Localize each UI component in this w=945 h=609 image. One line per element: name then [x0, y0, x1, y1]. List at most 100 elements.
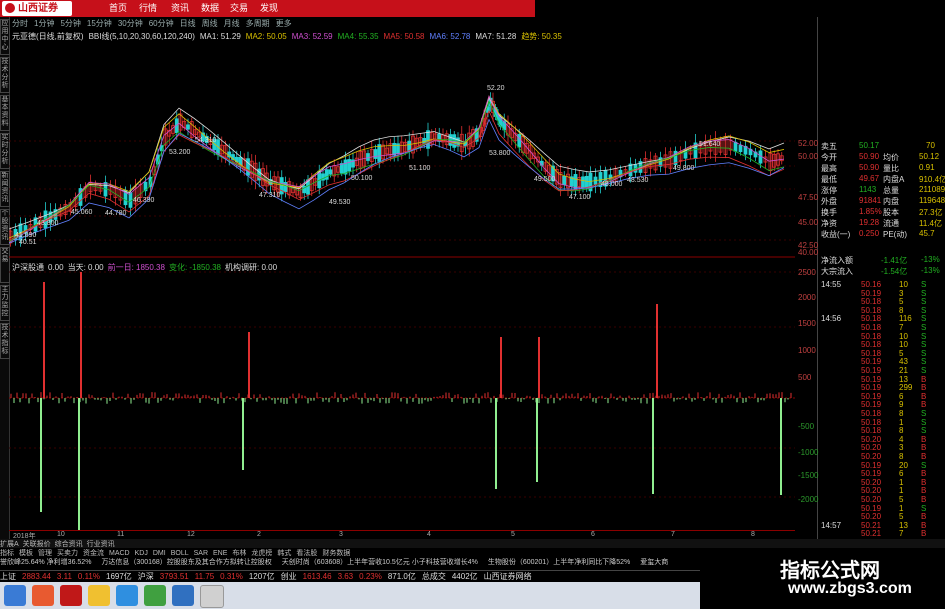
period-9[interactable]: 多周期: [246, 19, 270, 28]
indicator-tab[interactable]: 财务数据: [322, 550, 350, 557]
period-10[interactable]: 更多: [276, 19, 292, 28]
time-tick: 6: [591, 531, 595, 538]
quote-volume: 70: [926, 141, 935, 150]
quote-value2: 50.12: [919, 152, 940, 161]
quote-label: 卖五: [821, 142, 837, 151]
indicator-tick-pos: 500: [798, 373, 812, 382]
folder-icon[interactable]: [88, 585, 110, 606]
price-annotation: 47.310: [259, 192, 281, 199]
period-3[interactable]: 15分钟: [87, 19, 112, 28]
candle-body: [758, 150, 763, 164]
indicator-tab[interactable]: 管理: [38, 550, 52, 557]
indicator-tab[interactable]: DMI: [153, 550, 166, 557]
indicator-tab[interactable]: 看法股: [296, 550, 317, 557]
ma-legend-item: MA1: 51.29: [199, 32, 241, 41]
menu-data[interactable]: 数据: [201, 0, 219, 17]
bottom-tab[interactable]: 扩展A: [0, 541, 19, 548]
quote-value2: 211089: [919, 185, 945, 194]
quote-label2: 量比: [883, 164, 899, 173]
watermark-title: 指标公式网: [780, 560, 880, 582]
period-0[interactable]: 分时: [12, 19, 28, 28]
kline-chart[interactable]: 41.89043.800 45.060 44.780 46.390 53.200 54.3…: [9, 42, 795, 530]
app-icon-4[interactable]: [172, 585, 194, 606]
quote-panel: 卖五 50.17 70 今开 50.90 均价 50.12 最高 50.90 量比 0.91 最低 49…: [817, 17, 945, 547]
period-7[interactable]: 周线: [202, 19, 218, 28]
flow-pct: -13%: [921, 255, 940, 264]
indicator-tab[interactable]: 布林: [232, 550, 246, 557]
candle-body: [324, 169, 329, 180]
ma-legend-item: MA4: 55.35: [337, 32, 379, 41]
candle-body: [377, 144, 382, 162]
indicator-tab[interactable]: 龙虎榜: [251, 550, 272, 557]
flow-pct: -13%: [921, 266, 940, 275]
time-tick: 12: [187, 531, 195, 538]
period-5[interactable]: 60分钟: [149, 19, 174, 28]
price-annotation: 46.390: [133, 197, 155, 204]
indicator-tab[interactable]: 资金流: [83, 550, 104, 557]
price-annotation: 40.51: [19, 239, 37, 246]
indicator-legend-item: 前一日: 1850.38: [107, 263, 165, 272]
browser-icon[interactable]: [116, 585, 138, 606]
quote-value: 49.67: [859, 174, 880, 183]
indicator-tab[interactable]: 韩式: [277, 550, 291, 557]
quote-value2: 45.7: [919, 229, 935, 238]
news-item[interactable]: 万达信息（300168）控股股东及其合作方拟转让控股权: [101, 559, 271, 566]
period-6[interactable]: 日线: [180, 19, 196, 28]
news-item[interactable]: 生物股份（600201）上半年净利同比下降52%: [488, 559, 630, 566]
period-4[interactable]: 30分钟: [118, 19, 143, 28]
indicator-tab[interactable]: 指标: [0, 550, 14, 557]
app-icon-5[interactable]: [200, 585, 224, 608]
quote-label: 收益(一): [821, 230, 851, 239]
quote-label: 外盘: [821, 197, 837, 206]
period-2[interactable]: 5分钟: [60, 19, 80, 28]
ma-legend-item: MA3: 52.59: [291, 32, 333, 41]
news-item[interactable]: 誉欣峰25.64% 净利增36.52%: [0, 559, 91, 566]
indicator-tab[interactable]: BOLL: [171, 550, 189, 557]
ma-legend: 元亚德(日线,前复权) BBI线(5,10,20,30,60,120,240) MA…: [12, 31, 562, 41]
status-item: 创业: [280, 572, 297, 581]
indicator-tab[interactable]: MACD: [109, 550, 130, 557]
menu-home[interactable]: 首页: [109, 0, 127, 17]
top-menu-bar: 山西证券 首页 行情 资讯 数据 交易 发现: [0, 0, 535, 17]
price-annotation: 49.800: [673, 165, 695, 172]
price-axis: [795, 17, 817, 539]
indicator-tab[interactable]: 买卖力: [57, 550, 78, 557]
price-annotation: 51.640: [699, 141, 721, 148]
menu-discover[interactable]: 发现: [260, 0, 278, 17]
quote-value2: 119648: [919, 196, 945, 205]
candle-body: [373, 149, 378, 159]
app-icon-1[interactable]: [32, 585, 54, 606]
quote-value: 91841: [859, 196, 882, 205]
news-item[interactable]: 天创时尚（603608）上半年营收10.5亿元 小子科技营收增长4%: [282, 559, 478, 566]
quote-value2: 910.4亿: [919, 175, 945, 184]
candle-body: [562, 175, 567, 186]
logo-mark-icon: [5, 3, 15, 13]
menu-market[interactable]: 行情: [139, 0, 157, 17]
ma-legend-item: MA7: 51.28: [475, 32, 517, 41]
start-icon[interactable]: [4, 585, 26, 606]
menu-trade[interactable]: 交易: [230, 0, 248, 17]
indicator-tab[interactable]: 模板: [19, 550, 33, 557]
bottom-tab[interactable]: 综合资讯: [55, 541, 83, 548]
candle-body: [584, 175, 589, 189]
status-item: 2883.44: [22, 572, 51, 581]
period-1[interactable]: 1分钟: [34, 19, 54, 28]
indicator-tab[interactable]: SAR: [194, 550, 208, 557]
flow-label: 大宗流入: [821, 267, 853, 276]
menu-news[interactable]: 资讯: [171, 0, 189, 17]
price-tick: 45.00: [798, 218, 819, 227]
indicator-tab[interactable]: KDJ: [135, 550, 148, 557]
price-annotation: 52.20: [487, 85, 505, 92]
ma-line: [9, 95, 785, 243]
indicator-tick-neg: -500: [798, 422, 815, 431]
bottom-tab[interactable]: 关联报价: [23, 541, 51, 548]
app-icon-3[interactable]: [144, 585, 166, 606]
ma-legend-item: MA6: 52.78: [429, 32, 471, 41]
quote-value2: 0.91: [919, 163, 935, 172]
indicator-tab[interactable]: ENE: [213, 550, 227, 557]
bottom-tab[interactable]: 行业资讯: [87, 541, 115, 548]
quote-label2: 内盘: [883, 197, 899, 206]
period-8[interactable]: 月线: [224, 19, 240, 28]
news-item[interactable]: 爱玺大商: [640, 559, 668, 566]
app-icon-2[interactable]: [60, 585, 82, 606]
